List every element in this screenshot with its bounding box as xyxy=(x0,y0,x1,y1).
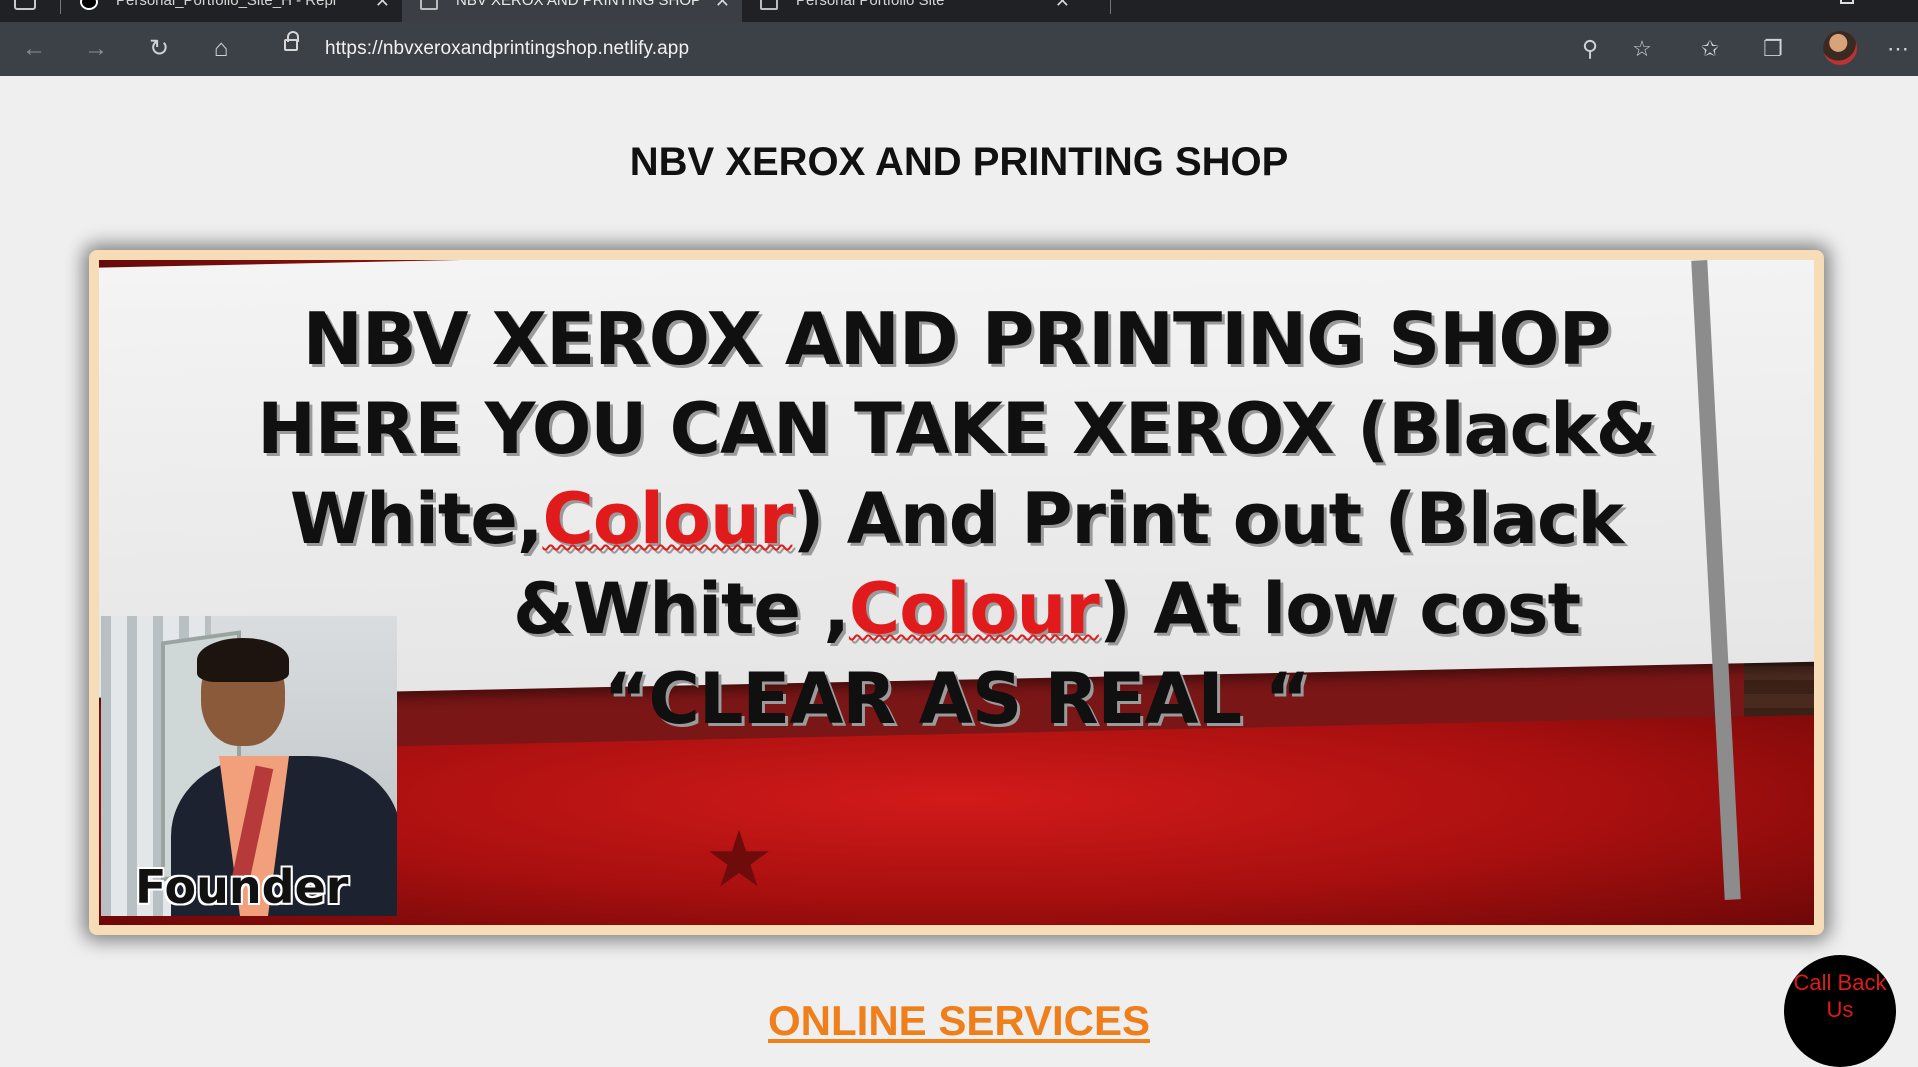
banner-line-4a: &White , xyxy=(512,568,850,650)
founder-label: Founder xyxy=(135,860,349,914)
new-tab-button[interactable] xyxy=(1110,0,1111,14)
banner-colour-word: Colour xyxy=(848,568,1100,650)
star-icon: ★ xyxy=(704,815,774,903)
banner-frame: NBV XEROX AND PRINTING SHOP HERE YOU CAN… xyxy=(89,250,1824,935)
favorites-icon[interactable]: ✩ xyxy=(1692,32,1728,66)
page-favicon-icon xyxy=(760,0,778,10)
tab-portfolio-repl[interactable]: Personal_Portfolio_Site_H - Repl ✕ xyxy=(62,0,402,22)
profile-avatar[interactable] xyxy=(1823,31,1857,65)
photo-hair xyxy=(197,638,289,682)
refresh-icon[interactable]: ↻ xyxy=(141,32,177,66)
close-icon[interactable]: ✕ xyxy=(375,0,390,10)
replit-favicon-icon xyxy=(80,0,98,10)
zoom-out-icon[interactable]: ⚲ xyxy=(1572,32,1608,66)
back-arrow-icon[interactable]: ← xyxy=(16,32,52,66)
banner-colour-word: Colour xyxy=(542,478,793,560)
add-favorite-icon[interactable]: ☆ xyxy=(1624,32,1660,66)
tab-title: Personal_Portfolio_Site_H - Repl xyxy=(116,0,337,9)
banner-line-4c: ) At low cost xyxy=(1098,568,1581,650)
browser-toolbar: ← → ↻ ⌂ https://nbvxeroxandprintingshop.… xyxy=(0,22,1918,76)
tab-actions-icon[interactable] xyxy=(14,0,36,10)
forward-arrow-icon[interactable]: → xyxy=(78,32,114,66)
home-icon[interactable]: ⌂ xyxy=(203,32,239,66)
tab-title: NBV XEROX AND PRINTING SHOP xyxy=(456,0,702,9)
close-icon[interactable]: ✕ xyxy=(715,0,730,10)
tab-separator xyxy=(60,0,61,14)
banner-image: NBV XEROX AND PRINTING SHOP HERE YOU CAN… xyxy=(99,260,1814,925)
banner-line-2: HERE YOU CAN TAKE XEROX (Black& xyxy=(257,388,1657,470)
page-favicon-icon xyxy=(420,0,438,10)
tab-nbv-xerox[interactable]: NBV XEROX AND PRINTING SHOP ✕ xyxy=(402,0,742,22)
browser-tab-strip: Personal_Portfolio_Site_H - Repl ✕ NBV X… xyxy=(0,0,1918,22)
restore-window-icon[interactable] xyxy=(1840,0,1854,4)
close-icon[interactable]: ✕ xyxy=(1055,0,1070,10)
lock-icon[interactable] xyxy=(284,31,299,51)
address-url[interactable]: https://nbvxeroxandprintingshop.netlify.… xyxy=(325,38,689,60)
page-title: NBV XEROX AND PRINTING SHOP xyxy=(629,140,1289,184)
tab-personal-portfolio[interactable]: Personal Portfolio Site ✕ xyxy=(742,0,1082,22)
banner-line-3: White,Colour) And Print out (Black xyxy=(99,474,1814,564)
more-ellipsis-icon[interactable]: ⋯ xyxy=(1880,32,1916,66)
tab-title: Personal Portfolio Site xyxy=(796,0,945,9)
banner-line-3c: ) And Print out (Black xyxy=(792,478,1624,560)
banner-line-3a: White, xyxy=(289,478,544,560)
online-services-heading[interactable]: ONLINE SERVICES xyxy=(0,997,1918,1045)
banner-line-1: NBV XEROX AND PRINTING SHOP xyxy=(302,297,1612,381)
call-back-button[interactable]: Call Back Us xyxy=(1784,955,1896,1067)
address-bar[interactable]: https://nbvxeroxandprintingshop.netlify.… xyxy=(262,26,1658,72)
collections-icon[interactable]: ❐ xyxy=(1755,32,1791,66)
